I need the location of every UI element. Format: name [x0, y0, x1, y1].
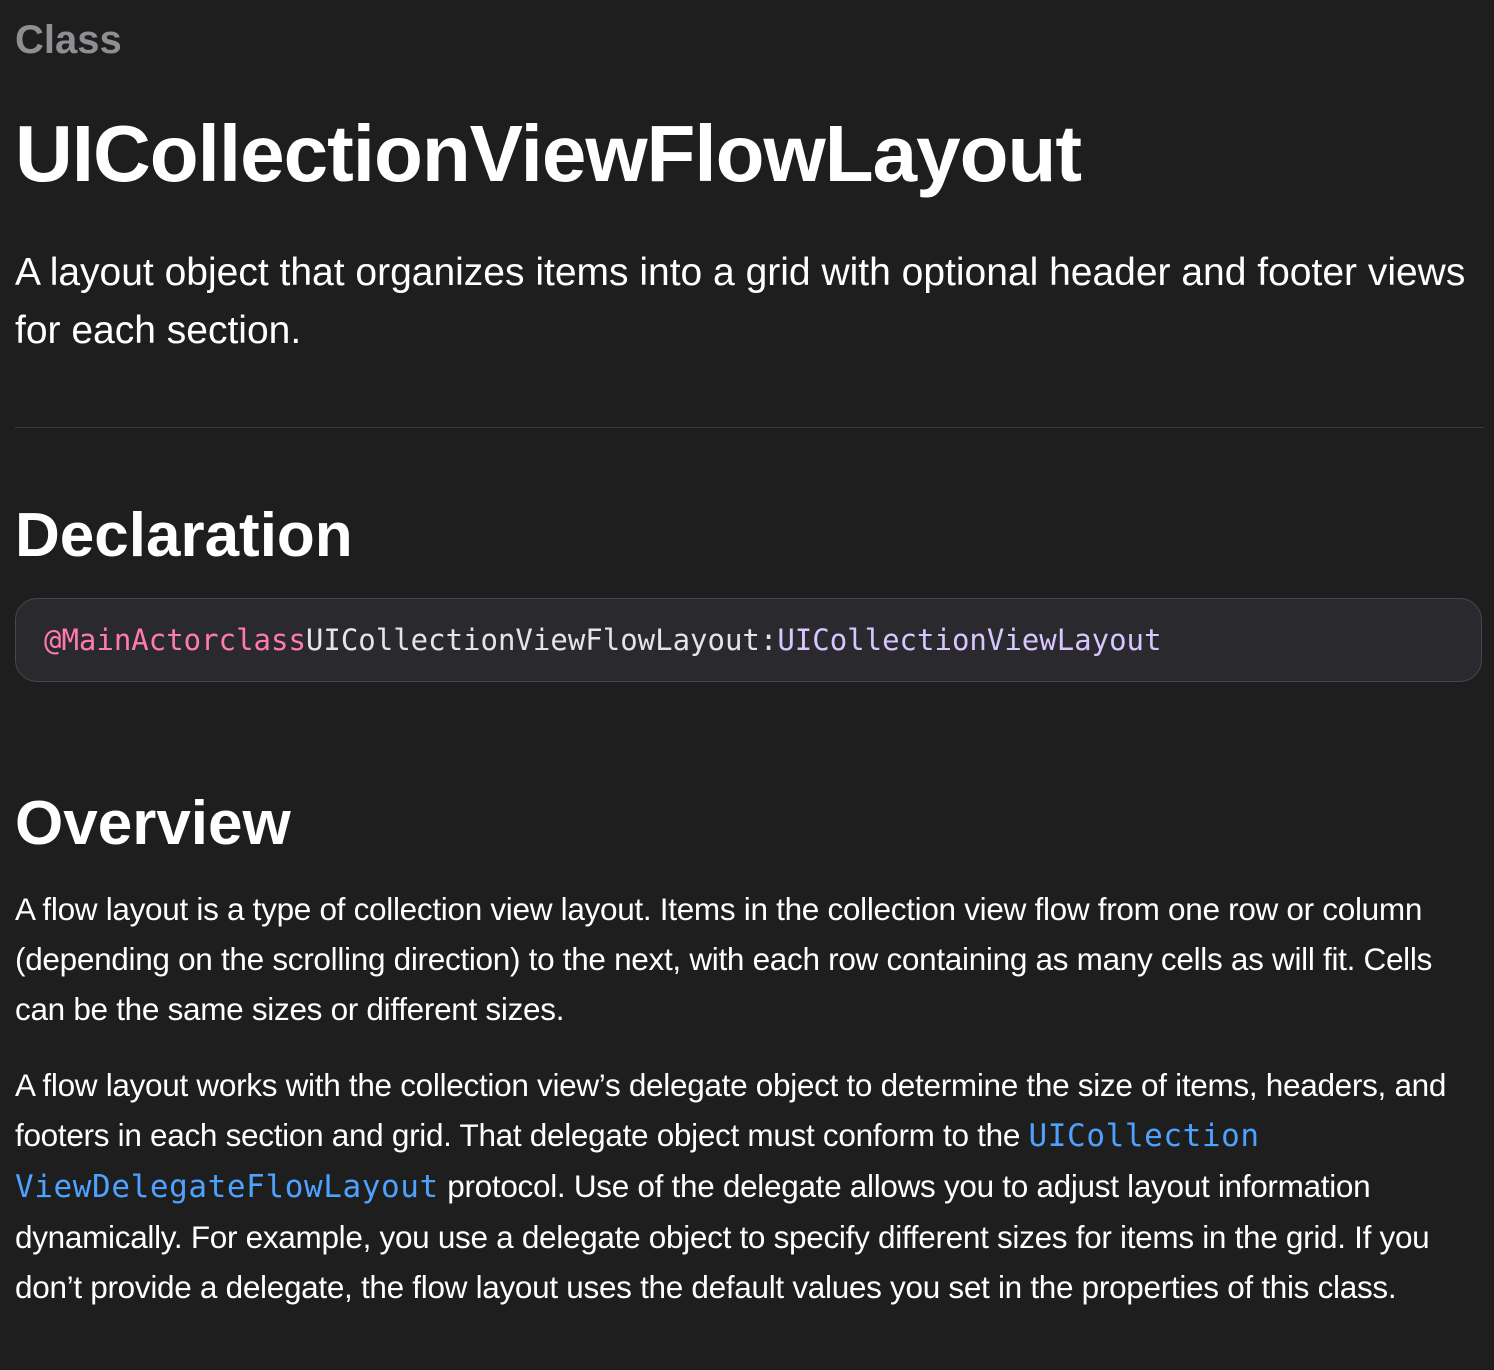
overview-paragraph-1: A flow layout is a type of collection vi…: [15, 891, 1433, 1027]
code-attribute: @MainActor: [44, 623, 219, 657]
overview-heading: Overview: [15, 789, 291, 858]
overview-paragraph-2: A flow layout works with the collection …: [15, 1060, 1484, 1312]
link-text-part-2[interactable]: ViewDelegateFlowLayout: [15, 1169, 439, 1205]
code-keyword: class: [218, 623, 306, 657]
code-separator: :: [759, 623, 778, 657]
declaration-heading: Declaration: [15, 501, 353, 570]
link-text-part-1[interactable]: UICollection: [1029, 1118, 1260, 1154]
divider: [15, 427, 1484, 428]
declaration-code-block: @MainActor class UICollectionViewFlowLay…: [15, 598, 1482, 682]
code-class-name: UICollectionViewFlowLayout: [305, 623, 760, 657]
code-superclass-link[interactable]: UICollectionViewLayout: [777, 623, 1161, 657]
symbol-kind-label: Class: [15, 18, 122, 62]
abstract-text: A layout object that organizes items int…: [15, 251, 1466, 352]
page-title: UICollectionViewFlowLayout: [15, 109, 1082, 198]
